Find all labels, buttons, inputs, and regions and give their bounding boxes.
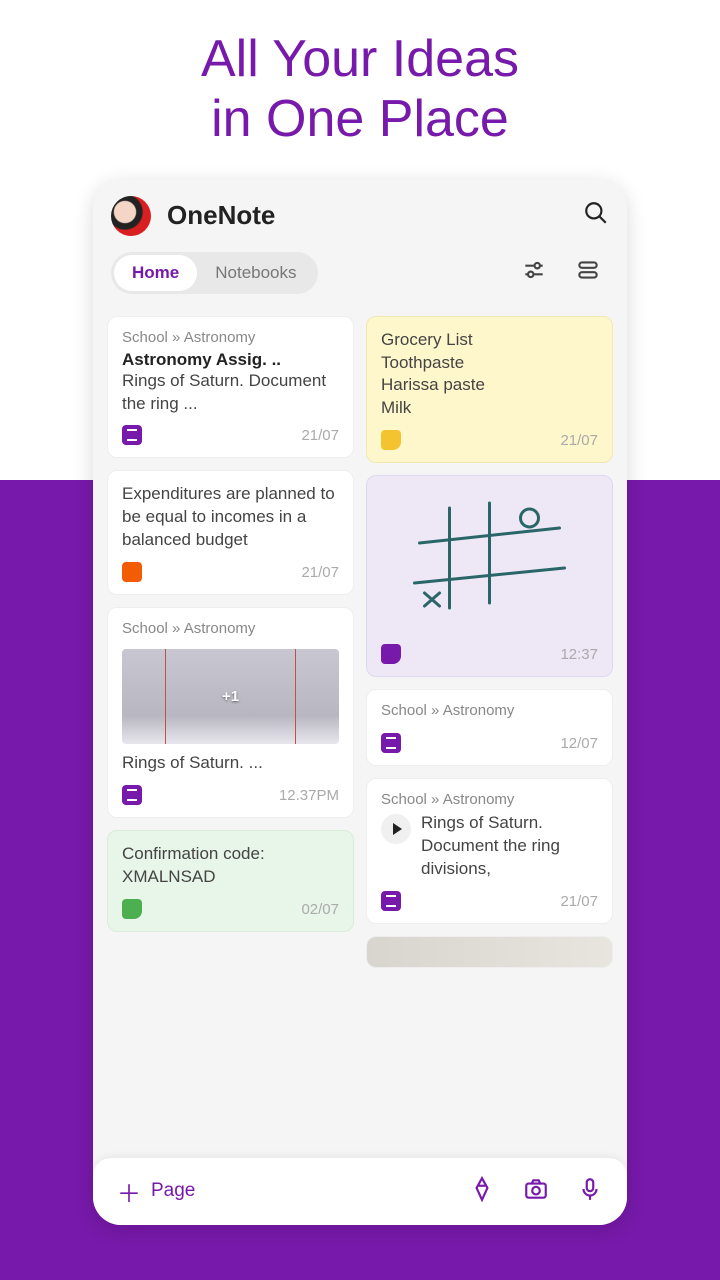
topbar: OneNote <box>93 180 627 246</box>
note-card[interactable]: School » Astronomy 12/07 <box>366 689 613 766</box>
hero-line2: in One Place <box>211 90 509 148</box>
note-date: 21/07 <box>301 427 339 444</box>
play-button[interactable] <box>381 814 411 844</box>
note-type-icon <box>122 562 142 582</box>
note-card[interactable]: School » Astronomy +1 Rings of Saturn. .… <box>107 607 354 818</box>
note-body: Rings of Saturn. Document the ring ... <box>122 370 339 416</box>
note-type-icon <box>122 425 142 445</box>
pen-icon[interactable] <box>469 1176 495 1207</box>
breadcrumb: School » Astronomy <box>122 620 339 637</box>
filter-icon[interactable] <box>513 253 555 292</box>
camera-icon[interactable] <box>523 1176 549 1207</box>
notes-grid: School » Astronomy Astronomy Assig. .. R… <box>93 308 627 1225</box>
microphone-icon[interactable] <box>577 1176 603 1207</box>
avatar[interactable] <box>111 196 151 236</box>
note-card[interactable] <box>366 936 613 968</box>
note-date: 21/07 <box>560 432 598 449</box>
note-date: 21/07 <box>560 893 598 910</box>
hero-line1: All Your Ideas <box>201 30 519 88</box>
note-body: Rings of Saturn. Document the ring divis… <box>421 812 598 881</box>
tab-group: Home Notebooks <box>111 252 318 294</box>
note-body: Confirmation code: XMALNSAD <box>122 843 339 889</box>
plus-icon: ＋ <box>117 1174 141 1209</box>
note-type-icon <box>381 733 401 753</box>
note-date: 02/07 <box>301 901 339 918</box>
note-thumbnail: +1 <box>122 649 339 744</box>
note-date: 12/07 <box>560 735 598 752</box>
search-icon[interactable] <box>583 200 609 231</box>
hero-heading: All Your Ideas in One Place <box>0 0 720 170</box>
note-thumbnail <box>367 937 612 967</box>
note-card[interactable]: 12:37 <box>366 475 613 677</box>
new-page-button[interactable]: ＋ Page <box>117 1174 441 1209</box>
note-date: 12:37 <box>560 646 598 663</box>
new-page-label: Page <box>151 1180 195 1202</box>
app-title: OneNote <box>167 200 567 231</box>
breadcrumb: School » Astronomy <box>122 329 339 346</box>
note-card[interactable]: Grocery List Toothpaste Harissa paste Mi… <box>366 316 613 464</box>
note-date: 12.37PM <box>279 787 339 804</box>
tab-bar: Home Notebooks <box>93 246 627 308</box>
bottom-toolbar: ＋ Page <box>93 1158 627 1225</box>
note-body: Expenditures are planned to be equal to … <box>122 483 339 552</box>
view-toggle-icon[interactable] <box>567 253 609 292</box>
thumbnail-count-badge: +1 <box>222 688 239 705</box>
tab-notebooks[interactable]: Notebooks <box>197 255 314 291</box>
note-type-icon <box>122 899 142 919</box>
note-body: Rings of Saturn. ... <box>122 752 339 775</box>
note-title: Astronomy Assig. .. <box>122 350 339 370</box>
note-type-icon <box>381 891 401 911</box>
tab-home[interactable]: Home <box>114 255 197 291</box>
note-card[interactable]: Confirmation code: XMALNSAD 02/07 <box>107 830 354 932</box>
breadcrumb: School » Astronomy <box>381 791 598 808</box>
sketch-thumbnail <box>381 488 598 628</box>
note-card[interactable]: School » Astronomy Rings of Saturn. Docu… <box>366 778 613 924</box>
note-type-icon <box>381 644 401 664</box>
note-body: Grocery List Toothpaste Harissa paste Mi… <box>381 329 598 421</box>
phone-frame: OneNote Home Notebooks School » Astronom… <box>93 180 627 1225</box>
breadcrumb: School » Astronomy <box>381 702 598 719</box>
note-date: 21/07 <box>301 564 339 581</box>
note-card[interactable]: School » Astronomy Astronomy Assig. .. R… <box>107 316 354 459</box>
note-card[interactable]: Expenditures are planned to be equal to … <box>107 470 354 595</box>
note-type-icon <box>122 785 142 805</box>
note-type-icon <box>381 430 401 450</box>
